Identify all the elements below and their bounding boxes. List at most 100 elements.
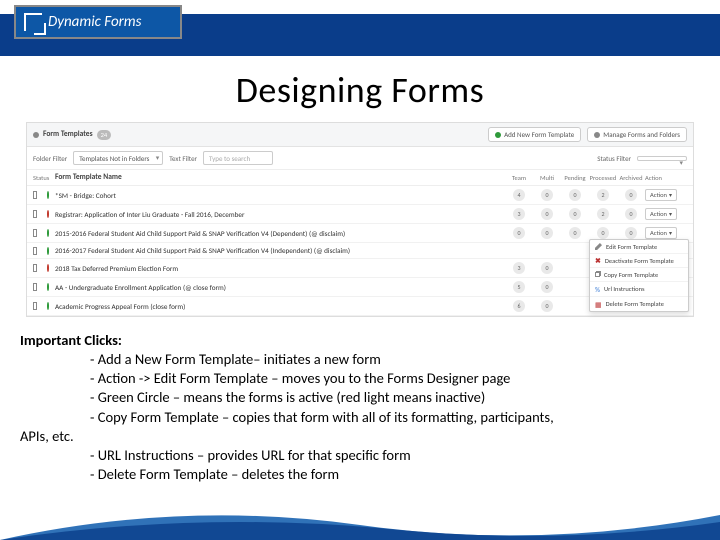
text-filter-label: Text Filter [169, 154, 197, 163]
page-title: Designing Forms [0, 68, 720, 112]
edit-form-template-item[interactable]: Edit Form Template [590, 240, 688, 254]
link-icon: % [595, 285, 600, 294]
notes-line-6: - Delete Form Template – deletes the for… [90, 465, 700, 484]
count-pill: 3 [513, 262, 525, 274]
status-dot-icon [47, 210, 49, 218]
row-name[interactable]: *SM - Bridge: Cohort [55, 191, 505, 200]
count-pill: 0 [569, 189, 581, 201]
col-multi: Multi [533, 174, 561, 182]
action-dropdown-button[interactable]: Action [645, 189, 677, 201]
count-pill: 0 [569, 208, 581, 220]
footer-decorative-curve [0, 510, 720, 540]
folder-filter-label: Folder Filter [33, 154, 67, 163]
count-pill: 5 [513, 281, 525, 293]
logo: Dynamic Forms [14, 5, 182, 39]
col-name: Form Template Name [55, 173, 505, 182]
manage-forms-button[interactable]: Manage Forms and Folders [587, 127, 687, 142]
col-team: Team [505, 174, 533, 182]
count-cell: 0 [561, 227, 589, 239]
folder-filter-dropdown[interactable]: Templates Not in Folders [73, 151, 163, 165]
add-new-form-template-button[interactable]: Add New Form Template [488, 127, 581, 142]
row-checkbox[interactable] [33, 283, 37, 291]
folder-filter-value: Templates Not in Folders [79, 154, 149, 163]
count-cell: 0 [561, 208, 589, 220]
count-cell: 0 [533, 208, 561, 220]
count-pill: 2 [597, 189, 609, 201]
row-checkbox[interactable] [33, 247, 37, 255]
count-pill: 0 [541, 262, 553, 274]
status-dot-icon [47, 283, 49, 291]
count-cell: 2 [589, 189, 617, 201]
row-name[interactable]: 2015-2016 Federal Student Aid Child Supp… [55, 229, 505, 238]
col-status: Status [33, 174, 55, 182]
app-header: Form Templates 24 Add New Form Template … [27, 123, 693, 147]
count-pill: 0 [625, 208, 637, 220]
status-dot-icon [47, 229, 49, 237]
count-pill: 3 [513, 208, 525, 220]
col-pending: Pending [561, 174, 589, 182]
count-pill: 0 [541, 227, 553, 239]
count-cell: 4 [505, 189, 533, 201]
row-name[interactable]: Registrar: Application of Inter Liu Grad… [55, 210, 505, 219]
count-cell: 2 [589, 208, 617, 220]
table-row: Registrar: Application of Inter Liu Grad… [27, 205, 693, 224]
count-cell: 0 [533, 262, 561, 274]
panel-icon [33, 132, 39, 138]
action-cell: Action [645, 208, 687, 220]
panel-count-badge: 24 [97, 130, 112, 140]
slide-header-band: Dynamic Forms [0, 0, 720, 56]
row-checkbox[interactable] [33, 302, 37, 310]
row-name[interactable]: 2016-2017 Federal Student Aid Child Supp… [55, 246, 505, 255]
status-dot-icon [47, 302, 49, 310]
count-pill: 0 [541, 300, 553, 312]
count-cell: 0 [533, 281, 561, 293]
copy-icon [595, 272, 600, 277]
row-checkbox[interactable] [33, 229, 37, 237]
count-cell: 0 [505, 227, 533, 239]
count-pill: 0 [541, 281, 553, 293]
copy-form-template-item[interactable]: Copy Form Template [590, 268, 688, 282]
action-dropdown-button[interactable]: Action [645, 227, 677, 239]
url-instructions-item[interactable]: %Url Instructions [590, 282, 688, 297]
text-filter-input[interactable]: Type to search [203, 151, 273, 165]
row-name[interactable]: AA - Undergraduate Enrollment Applicatio… [55, 283, 505, 292]
row-checkbox[interactable] [33, 264, 37, 272]
app-screenshot: Form Templates 24 Add New Form Template … [26, 122, 694, 317]
row-name[interactable]: Academic Progress Appeal Form (close for… [55, 302, 505, 311]
action-dropdown-button[interactable]: Action [645, 208, 677, 220]
notes-line-2: - Action -> Edit Form Template – moves y… [90, 369, 700, 388]
table-row: *SM - Bridge: Cohort40020Action [27, 186, 693, 205]
trash-icon: ▦ [595, 300, 602, 309]
count-cell: 3 [505, 262, 533, 274]
title-row: Designing Forms [0, 56, 720, 122]
status-dot-icon [47, 247, 49, 255]
row-name[interactable]: 2018 Tax Deferred Premium Election Form [55, 264, 505, 273]
action-cell: Action [645, 189, 687, 201]
row-checkbox[interactable] [33, 210, 37, 218]
count-cell: 3 [505, 208, 533, 220]
status-filter-dropdown[interactable] [637, 156, 687, 161]
action-menu: Edit Form Template ✖ Deactivate Form Templ… [589, 239, 689, 312]
status-dot-icon [47, 264, 49, 272]
add-button-label: Add New Form Template [504, 130, 574, 139]
count-cell: 0 [617, 208, 645, 220]
x-icon: ✖ [595, 257, 601, 264]
pencil-icon [595, 243, 602, 250]
notes-heading: Important Clicks: [20, 331, 700, 350]
count-pill: 0 [625, 189, 637, 201]
row-checkbox[interactable] [33, 191, 37, 199]
notes-line-5: - URL Instructions – provides URL for th… [90, 446, 700, 465]
count-cell: 0 [533, 227, 561, 239]
logo-text: Dynamic Forms [48, 13, 142, 31]
count-pill: 0 [513, 227, 525, 239]
menu-item-label: Deactivate Form Template [605, 257, 674, 265]
menu-item-label: Copy Form Template [604, 271, 658, 279]
count-cell: 0 [617, 227, 645, 239]
count-cell: 6 [505, 300, 533, 312]
col-processed: Processed [589, 174, 617, 182]
notes-line-1: - Add a New Form Template– initiates a n… [90, 350, 700, 369]
table-row: 2015-2016 Federal Student Aid Child Supp… [27, 224, 693, 243]
delete-form-template-item[interactable]: ▦Delete Form Template [590, 297, 688, 311]
text-filter-placeholder: Type to search [209, 154, 250, 163]
deactivate-form-template-item[interactable]: ✖ Deactivate Form Template [590, 254, 688, 268]
